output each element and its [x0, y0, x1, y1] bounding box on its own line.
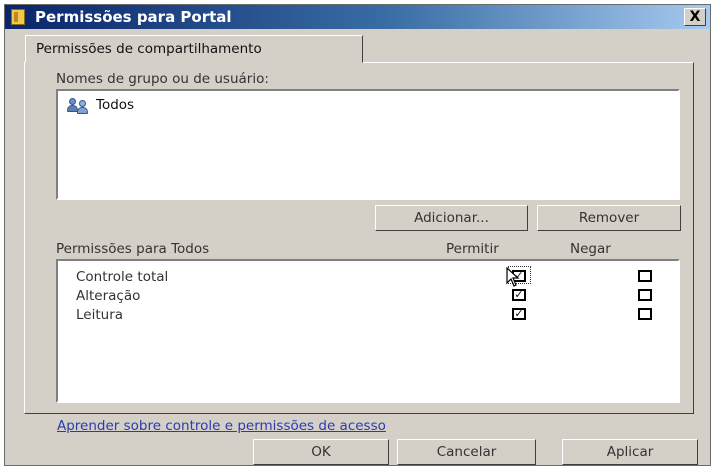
apply-button[interactable]: Aplicar — [562, 439, 698, 465]
allow-column-header: Permitir — [446, 241, 499, 257]
list-item-label: Todos — [96, 97, 135, 113]
groups-label: Nomes de grupo ou de usuário: — [56, 71, 269, 87]
permissions-list: Controle total ✓ Alteração ✓ Leitura ✓ — [56, 259, 680, 403]
permission-row-full-control: Controle total ✓ — [76, 266, 696, 287]
deny-column-header: Negar — [570, 241, 611, 257]
cancel-button[interactable]: Cancelar — [397, 439, 536, 465]
tab-label: Permissões de compartilhamento — [36, 41, 262, 57]
permissions-dialog: Permissões para Portal X Permissões de c… — [4, 4, 711, 466]
add-button[interactable]: Adicionar... — [375, 205, 528, 231]
window-title: Permissões para Portal — [35, 8, 232, 26]
deny-checkbox-change[interactable] — [638, 289, 652, 301]
permission-name: Alteração — [76, 288, 141, 304]
title-bar[interactable]: Permissões para Portal X — [5, 5, 710, 29]
permission-name: Controle total — [76, 269, 169, 285]
tab-share-permissions[interactable]: Permissões de compartilhamento — [25, 35, 363, 63]
permission-row-change: Alteração ✓ — [76, 288, 696, 306]
learn-access-control-link[interactable]: Aprender sobre controle e permissões de … — [57, 418, 386, 434]
mouse-pointer-icon — [506, 267, 520, 287]
permission-row-read: Leitura ✓ — [76, 307, 696, 325]
users-group-icon — [67, 98, 94, 114]
list-item-todos[interactable]: Todos — [67, 97, 638, 115]
tab-panel: Nomes de grupo ou de usuário: Todos Adic… — [24, 62, 694, 414]
folder-share-icon — [11, 9, 25, 25]
allow-checkbox-change[interactable]: ✓ — [512, 289, 526, 301]
allow-checkbox-read[interactable]: ✓ — [512, 308, 526, 320]
remove-button[interactable]: Remover — [537, 205, 681, 231]
permissions-label: Permissões para Todos — [56, 241, 210, 257]
permission-name: Leitura — [76, 307, 124, 323]
ok-button[interactable]: OK — [253, 439, 389, 465]
deny-checkbox-full-control[interactable] — [638, 270, 652, 282]
groups-list[interactable]: Todos — [56, 89, 680, 200]
deny-checkbox-read[interactable] — [638, 308, 652, 320]
close-button[interactable]: X — [684, 8, 706, 26]
